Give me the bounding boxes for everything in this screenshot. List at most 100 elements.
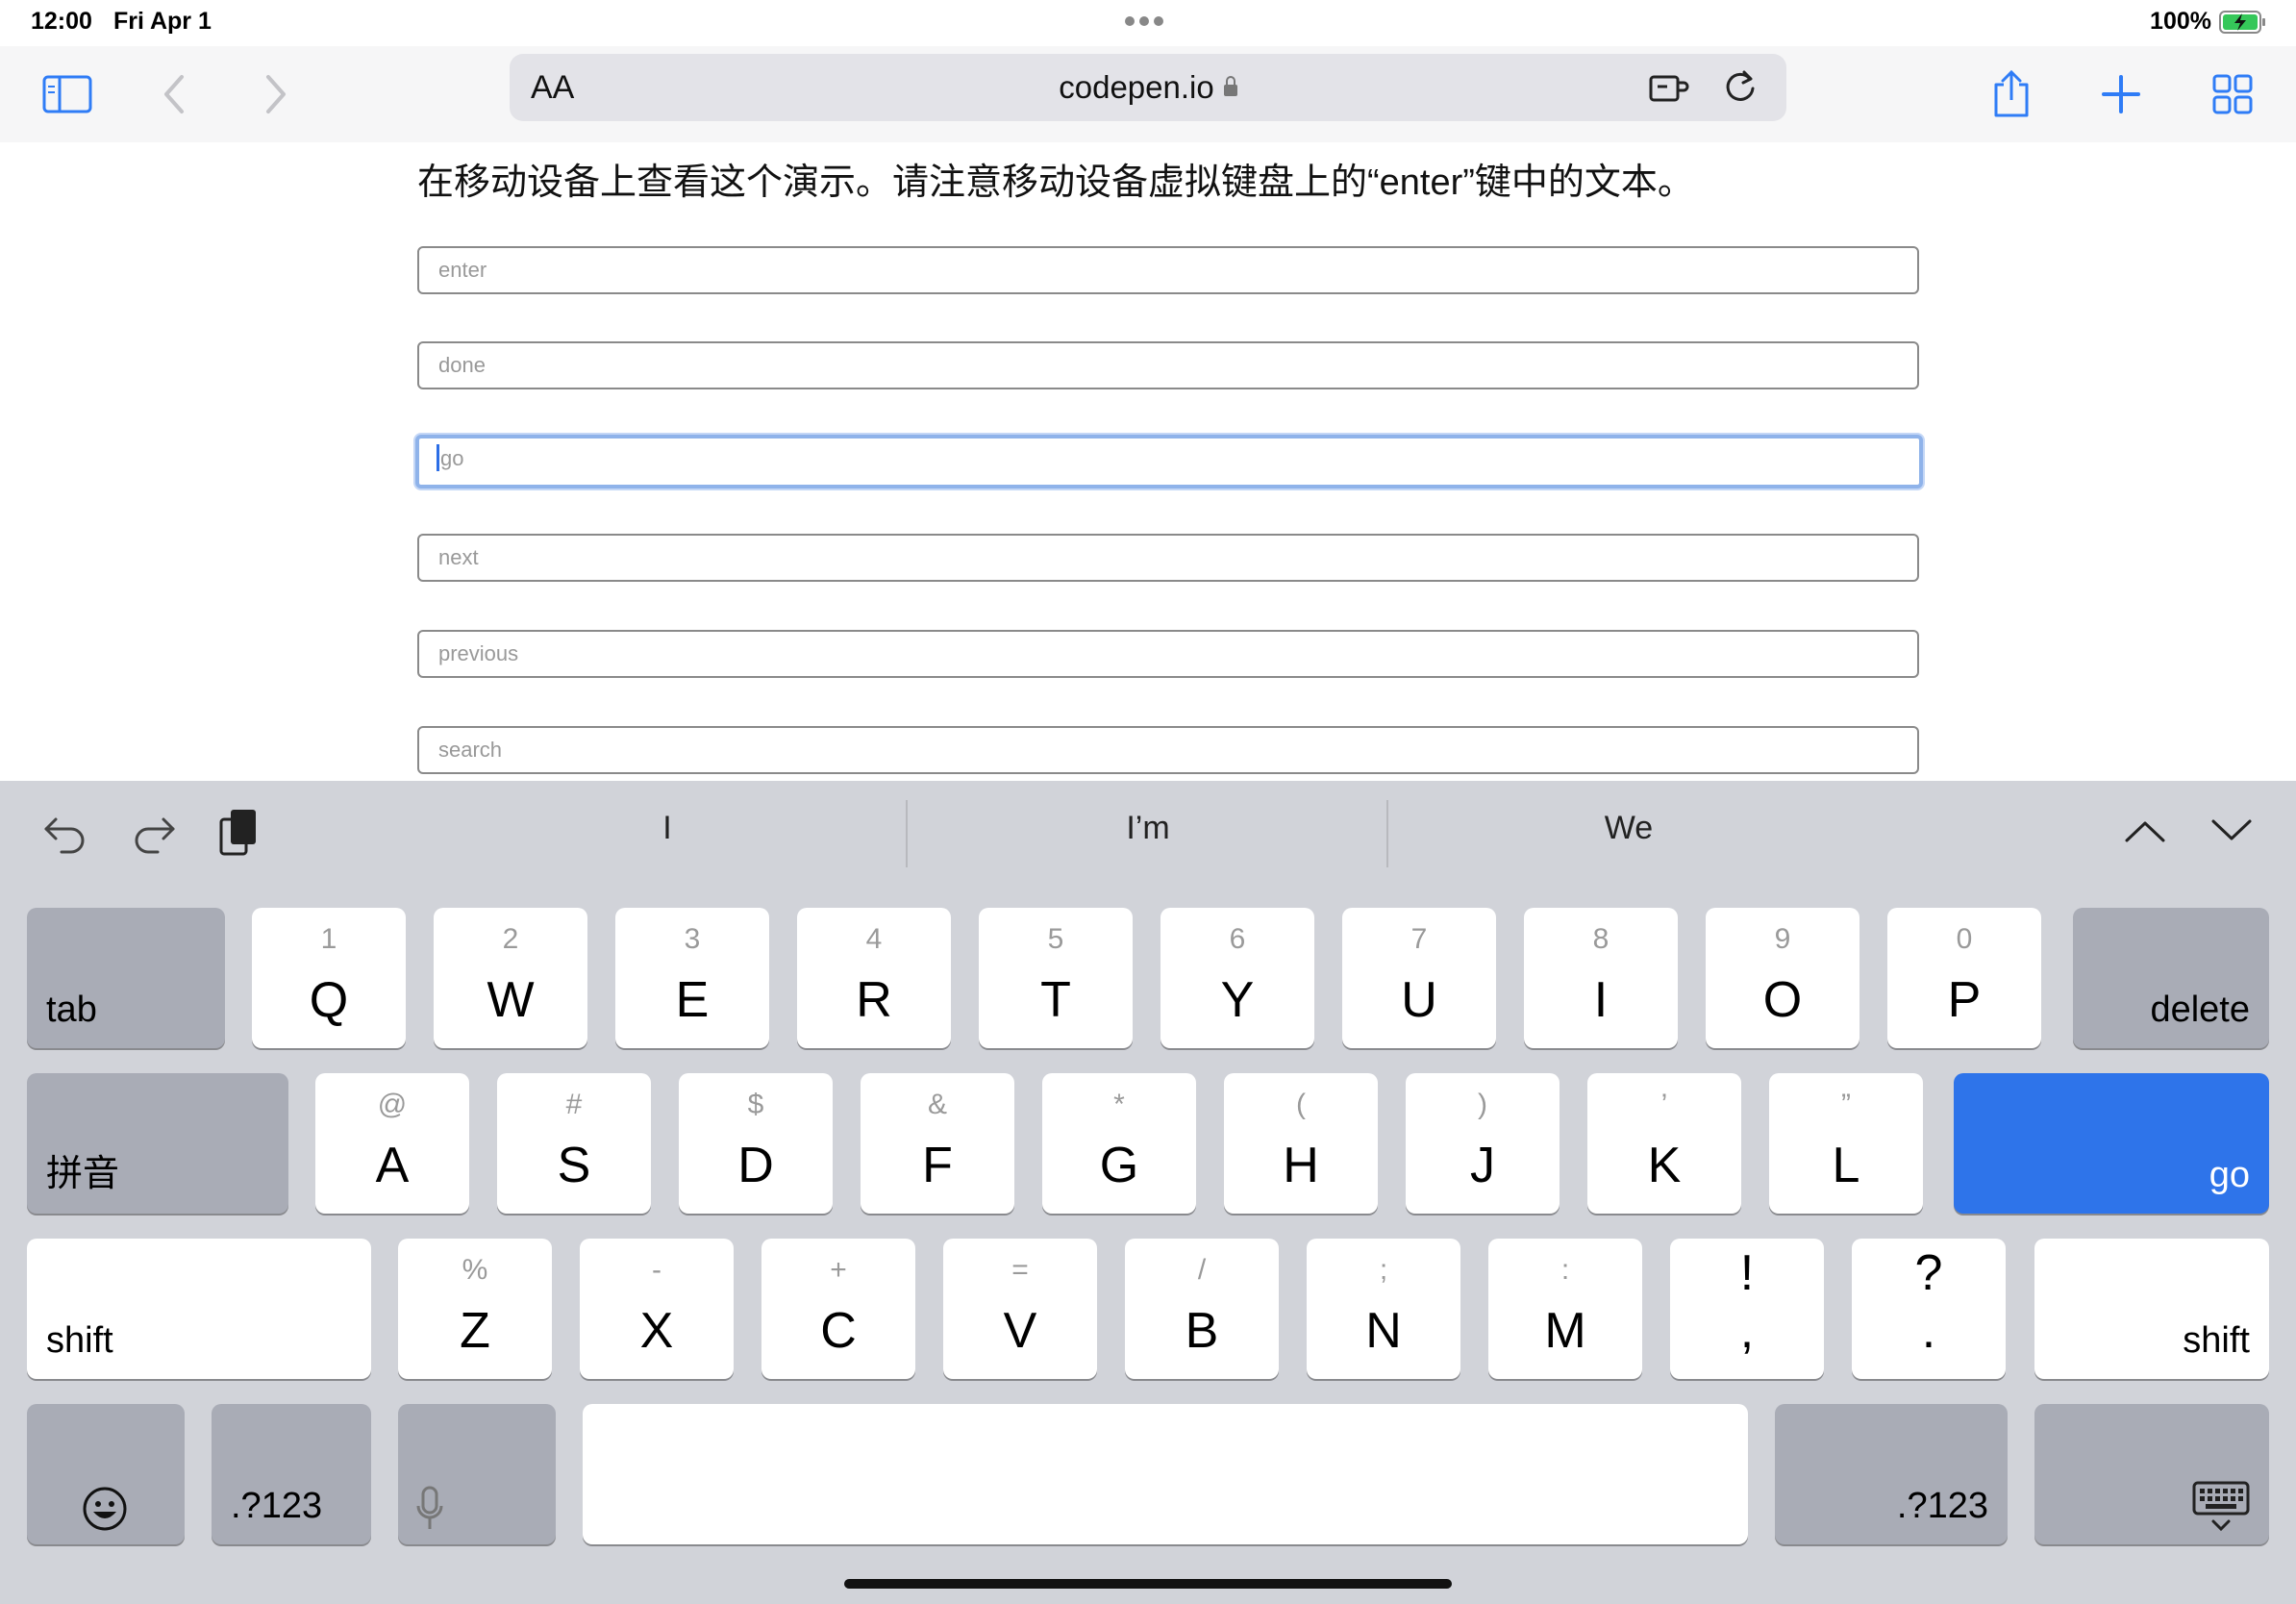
key-row1-0[interactable]: 1Q (252, 908, 406, 1048)
key-row3-1[interactable]: -X (580, 1239, 734, 1379)
key-row2-0[interactable]: @ A (315, 1073, 469, 1214)
key-row1-6[interactable]: 7U (1342, 908, 1496, 1048)
emoji-icon (83, 1487, 127, 1531)
shift-left-key[interactable]: shift (27, 1239, 371, 1379)
key-label: E (675, 972, 710, 1028)
key-row2-2[interactable]: $ D (679, 1073, 833, 1214)
key-hint: # (565, 1089, 583, 1120)
previous-input[interactable]: previous (417, 630, 1919, 678)
go-input-placeholder: go (440, 446, 464, 470)
suggestion-1[interactable]: I (577, 810, 758, 847)
key-row3-4[interactable]: / B (1125, 1239, 1279, 1379)
suggestion-2[interactable]: I’m (1052, 810, 1244, 847)
key-hint: ’ (1660, 1089, 1668, 1120)
key-label: N (1365, 1303, 1402, 1359)
key-label: C (820, 1303, 857, 1359)
key-hint: ” (1841, 1089, 1851, 1120)
key-hint: ? (1914, 1245, 1943, 1301)
dictation-key[interactable] (398, 1404, 556, 1544)
enter-input[interactable]: enter (417, 246, 1919, 294)
go-key[interactable]: go (1954, 1073, 2269, 1214)
key-hint: @ (377, 1089, 408, 1120)
web-page-content: 在移动设备上查看这个演示。请注意移动设备虚拟键盘上的“enter”键中的文本。 … (0, 142, 2296, 781)
paste-icon[interactable] (217, 806, 262, 858)
key-hint: 5 (1047, 923, 1064, 955)
key-label: S (557, 1138, 591, 1193)
suggestion-3[interactable]: We (1533, 810, 1725, 847)
key-row1-3[interactable]: 4R (797, 908, 951, 1048)
search-input-placeholder: search (438, 738, 503, 762)
key-label: . (1921, 1303, 1936, 1359)
tabs-overview-icon[interactable] (2204, 65, 2261, 123)
go-input[interactable]: go (415, 435, 1923, 489)
pinyin-key[interactable]: 拼音 (27, 1073, 288, 1214)
space-key[interactable] (583, 1404, 1748, 1544)
new-tab-icon[interactable] (2092, 65, 2150, 123)
key-label: F (922, 1138, 953, 1193)
key-row2-6[interactable]: ) J (1406, 1073, 1560, 1214)
back-icon[interactable] (146, 65, 204, 123)
reload-icon[interactable] (1721, 67, 1759, 106)
key-row3-8[interactable]: ?. (1852, 1239, 2006, 1379)
key-hint: 8 (1592, 923, 1610, 955)
key-row2-3[interactable]: & F (861, 1073, 1014, 1214)
emoji-key[interactable] (27, 1404, 185, 1544)
key-row3-7[interactable]: !, (1670, 1239, 1824, 1379)
tab-key[interactable]: tab (27, 908, 225, 1048)
share-icon[interactable] (1983, 65, 2040, 123)
next-input[interactable]: next (417, 534, 1919, 582)
key-row2-5[interactable]: (H (1224, 1073, 1378, 1214)
redo-icon[interactable] (131, 812, 177, 854)
extension-icon[interactable] (1648, 69, 1690, 106)
key-row2-8[interactable]: ” L (1769, 1073, 1923, 1214)
delete-key[interactable]: delete (2073, 908, 2269, 1048)
chevron-down-icon[interactable] (2209, 817, 2254, 844)
key-row2-4[interactable]: * G (1042, 1073, 1196, 1214)
url-domain: codepen.io (510, 69, 1786, 106)
key-row1-2[interactable]: 3E (615, 908, 769, 1048)
address-bar[interactable]: AA codepen.io (510, 54, 1786, 121)
search-input[interactable]: search (417, 726, 1919, 774)
key-hint: 1 (320, 923, 337, 955)
sidebar-icon[interactable] (38, 65, 96, 123)
key-row2-7[interactable]: ’ K (1587, 1073, 1741, 1214)
key-row3-6[interactable]: :M (1488, 1239, 1642, 1379)
key-label: Q (309, 972, 349, 1028)
key-hint: ; (1379, 1254, 1388, 1286)
done-input[interactable]: done (417, 341, 1919, 389)
key-hint: 7 (1410, 923, 1428, 955)
numbers-right-key[interactable]: .?123 (1775, 1404, 2008, 1544)
multitasking-dots-icon[interactable] (1125, 13, 1171, 27)
undo-icon[interactable] (42, 812, 88, 854)
key-row1-9[interactable]: 0P (1887, 908, 2041, 1048)
key-label: D (737, 1138, 774, 1193)
key-label: L (1832, 1138, 1860, 1193)
key-row3-5[interactable]: ; N (1307, 1239, 1460, 1379)
forward-icon[interactable] (246, 65, 304, 123)
key-row1-1[interactable]: 2W (434, 908, 587, 1048)
previous-input-placeholder: previous (438, 641, 519, 665)
key-hint: ( (1296, 1089, 1306, 1120)
key-row1-4[interactable]: 5T (979, 908, 1133, 1048)
key-row2-1[interactable]: # S (497, 1073, 651, 1214)
key-label: K (1647, 1138, 1682, 1193)
hide-keyboard-key[interactable] (2034, 1404, 2269, 1544)
key-row1-8[interactable]: 9O (1706, 908, 1859, 1048)
numbers-left-key[interactable]: .?123 (212, 1404, 371, 1544)
key-label: O (1762, 972, 1803, 1028)
key-hint: 6 (1229, 923, 1246, 955)
home-indicator[interactable] (844, 1579, 1452, 1589)
chevron-up-icon[interactable] (2123, 817, 2167, 844)
key-hint: - (652, 1254, 661, 1286)
key-hint: 2 (502, 923, 519, 955)
key-row3-3[interactable]: = V (943, 1239, 1097, 1379)
suggestion-divider (1386, 800, 1388, 867)
key-row1-5[interactable]: 6Y (1160, 908, 1314, 1048)
key-row1-7[interactable]: 8I (1524, 908, 1678, 1048)
key-label: A (375, 1138, 410, 1193)
key-row3-2[interactable]: + C (761, 1239, 915, 1379)
key-row3-0[interactable]: % Z (398, 1239, 552, 1379)
key-label: M (1544, 1303, 1586, 1359)
key-label: H (1283, 1138, 1319, 1193)
shift-right-key[interactable]: shift (2034, 1239, 2269, 1379)
